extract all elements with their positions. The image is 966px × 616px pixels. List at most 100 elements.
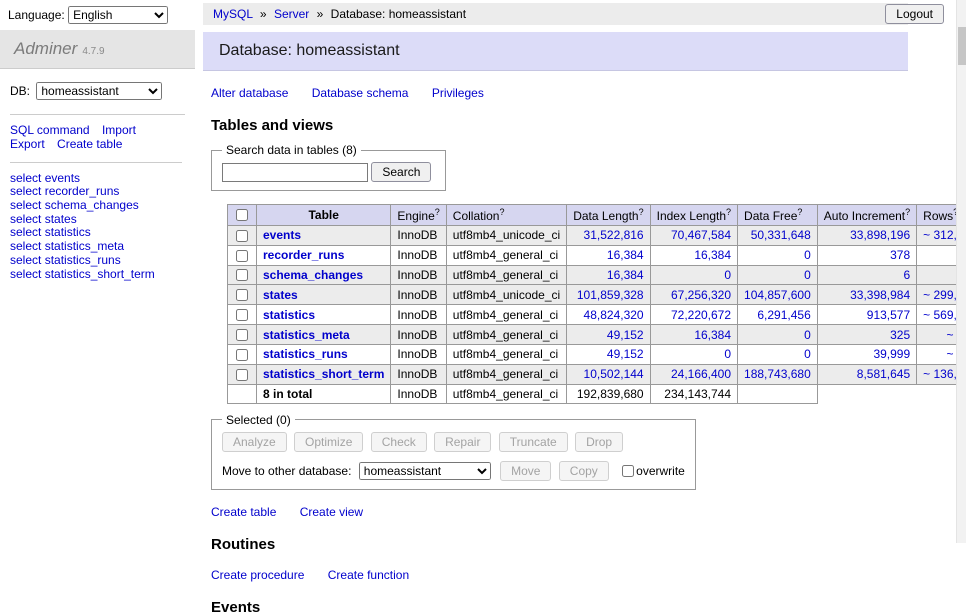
create-function-link[interactable]: Create function — [328, 568, 409, 582]
auto-increment-cell-link[interactable]: 33,898,196 — [850, 228, 910, 242]
scrollbar[interactable] — [956, 0, 966, 543]
sidebar-link-create-table[interactable]: Create table — [57, 137, 122, 151]
logout-button[interactable]: Logout — [885, 4, 944, 24]
sidebar-link-import[interactable]: Import — [102, 123, 136, 137]
data-length-cell-link[interactable]: 49,152 — [607, 347, 644, 361]
auto-increment-cell-link[interactable]: 33,398,984 — [850, 288, 910, 302]
table-name-link[interactable]: schema_changes — [263, 268, 363, 282]
index-length-cell-link[interactable]: 0 — [724, 268, 731, 282]
select-link[interactable]: select — [10, 225, 41, 239]
index-length-cell-link[interactable]: 72,220,672 — [671, 308, 731, 322]
table-name-link[interactable]: states — [263, 288, 298, 302]
row-checkbox[interactable] — [236, 230, 248, 242]
index-length-cell-link[interactable]: 16,384 — [694, 328, 731, 342]
select-link[interactable]: select — [10, 212, 41, 226]
breadcrumb-mysql-link[interactable]: MySQL — [213, 7, 253, 21]
row-checkbox[interactable] — [236, 269, 248, 281]
data-free-cell-link[interactable]: 188,743,680 — [744, 367, 811, 381]
data-length-cell-link[interactable]: 16,384 — [607, 248, 644, 262]
data-free-cell-link[interactable]: 0 — [804, 347, 811, 361]
index-length-cell: 0 — [650, 265, 737, 285]
auto-increment-cell-link[interactable]: 6 — [903, 268, 910, 282]
select-link[interactable]: select — [10, 253, 41, 267]
select-link[interactable]: select — [10, 239, 41, 253]
column-help-link[interactable]: ? — [435, 207, 440, 217]
table-name-link[interactable]: recorder_runs — [263, 248, 344, 262]
auto-increment-cell-link[interactable]: 8,581,645 — [857, 367, 910, 381]
select-link[interactable]: select — [10, 184, 41, 198]
table-name-link[interactable]: events — [263, 228, 301, 242]
database-schema-link[interactable]: Database schema — [312, 86, 409, 100]
column-help-link[interactable]: ? — [797, 207, 802, 217]
select-link[interactable]: select — [10, 267, 41, 281]
row-checkbox[interactable] — [236, 250, 248, 262]
sidebar-table-link[interactable]: statistics_meta — [45, 239, 124, 253]
sidebar-table-link[interactable]: statistics — [45, 225, 91, 239]
breadcrumb-server-link[interactable]: Server — [274, 7, 309, 21]
sidebar-table-link[interactable]: events — [45, 171, 80, 185]
alter-database-link[interactable]: Alter database — [211, 86, 288, 100]
row-checkbox[interactable] — [236, 349, 248, 361]
select-all-checkbox[interactable] — [236, 209, 248, 221]
auto-increment-cell-link[interactable]: 378 — [890, 248, 910, 262]
create-view-link[interactable]: Create view — [300, 505, 363, 519]
sidebar-table-link[interactable]: schema_changes — [45, 198, 139, 212]
table-name-cell: statistics_runs — [257, 344, 391, 364]
table-name-link[interactable]: statistics_runs — [263, 347, 348, 361]
sidebar-table-link[interactable]: recorder_runs — [45, 184, 120, 198]
privileges-link[interactable]: Privileges — [432, 86, 484, 100]
index-length-cell-link[interactable]: 24,166,400 — [671, 367, 731, 381]
select-link[interactable]: select — [10, 198, 41, 212]
index-length-cell-link[interactable]: 67,256,320 — [671, 288, 731, 302]
create-table-link[interactable]: Create table — [211, 505, 276, 519]
data-length-cell-link[interactable]: 49,152 — [607, 328, 644, 342]
data-free-cell-link[interactable]: 0 — [804, 268, 811, 282]
row-checkbox[interactable] — [236, 289, 248, 301]
index-length-cell-link[interactable]: 70,467,584 — [671, 228, 731, 242]
sidebar-link-export[interactable]: Export — [10, 137, 45, 151]
data-free-cell-link[interactable]: 104,857,600 — [744, 288, 811, 302]
data-length-cell-link[interactable]: 10,502,144 — [584, 367, 644, 381]
overwrite-checkbox[interactable] — [622, 465, 634, 477]
scrollbar-thumb[interactable] — [958, 27, 966, 65]
table-row: statistics_short_termInnoDButf8mb4_gener… — [228, 364, 966, 384]
select-link[interactable]: select — [10, 171, 41, 185]
table-name-link[interactable]: statistics_meta — [263, 328, 350, 342]
column-help-link[interactable]: ? — [726, 207, 731, 217]
search-input[interactable] — [222, 163, 368, 182]
data-length-cell-link[interactable]: 48,824,320 — [584, 308, 644, 322]
move-database-select[interactable]: homeassistant — [359, 462, 491, 480]
index-length-cell-link[interactable]: 16,384 — [694, 248, 731, 262]
auto-increment-cell-link[interactable]: 39,999 — [873, 347, 910, 361]
index-length-cell: 16,384 — [650, 325, 737, 345]
data-free-cell-link[interactable]: 0 — [804, 248, 811, 262]
data-length-cell-link[interactable]: 31,522,816 — [584, 228, 644, 242]
table-name-cell: recorder_runs — [257, 245, 391, 265]
data-length-cell-link[interactable]: 16,384 — [607, 268, 644, 282]
sidebar-link-sql-command[interactable]: SQL command — [10, 123, 90, 137]
column-help-link[interactable]: ? — [905, 207, 910, 217]
language-select[interactable]: English — [68, 6, 168, 24]
sidebar-table-link[interactable]: statistics_short_term — [45, 267, 155, 281]
table-name-link[interactable]: statistics_short_term — [263, 367, 384, 381]
create-procedure-link[interactable]: Create procedure — [211, 568, 304, 582]
data-free-cell-link[interactable]: 6,291,456 — [757, 308, 810, 322]
auto-increment-cell-link[interactable]: 325 — [890, 328, 910, 342]
sidebar-table-link[interactable]: statistics_runs — [45, 253, 121, 267]
db-select[interactable]: homeassistant — [36, 82, 162, 100]
table-name-link[interactable]: statistics — [263, 308, 315, 322]
column-help-link[interactable]: ? — [639, 207, 644, 217]
row-checkbox[interactable] — [236, 309, 248, 321]
auto-increment-cell-link[interactable]: 913,577 — [867, 308, 910, 322]
search-button[interactable]: Search — [371, 162, 431, 182]
data-length-cell-link[interactable]: 101,859,328 — [577, 288, 644, 302]
index-length-cell-link[interactable]: 0 — [724, 347, 731, 361]
data-free-cell-link[interactable]: 0 — [804, 328, 811, 342]
sidebar-table-link[interactable]: states — [45, 212, 77, 226]
row-checkbox[interactable] — [236, 369, 248, 381]
data-free-cell-link[interactable]: 50,331,648 — [751, 228, 811, 242]
search-legend: Search data in tables (8) — [222, 143, 361, 157]
column-help-link[interactable]: ? — [499, 207, 504, 217]
row-checkbox[interactable] — [236, 329, 248, 341]
data-length-cell: 16,384 — [567, 245, 650, 265]
